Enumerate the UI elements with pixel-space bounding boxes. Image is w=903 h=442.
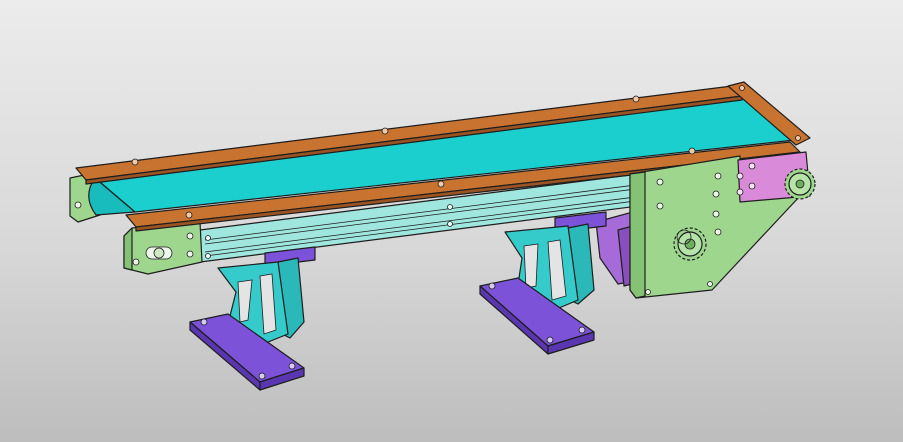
left-support-leg (189, 246, 316, 391)
belt-conveyor-model (69, 81, 816, 391)
drive-sprocket (673, 227, 707, 261)
head-sprocket (784, 168, 816, 200)
right-support-leg (479, 211, 607, 355)
cad-viewport[interactable] (0, 0, 903, 442)
